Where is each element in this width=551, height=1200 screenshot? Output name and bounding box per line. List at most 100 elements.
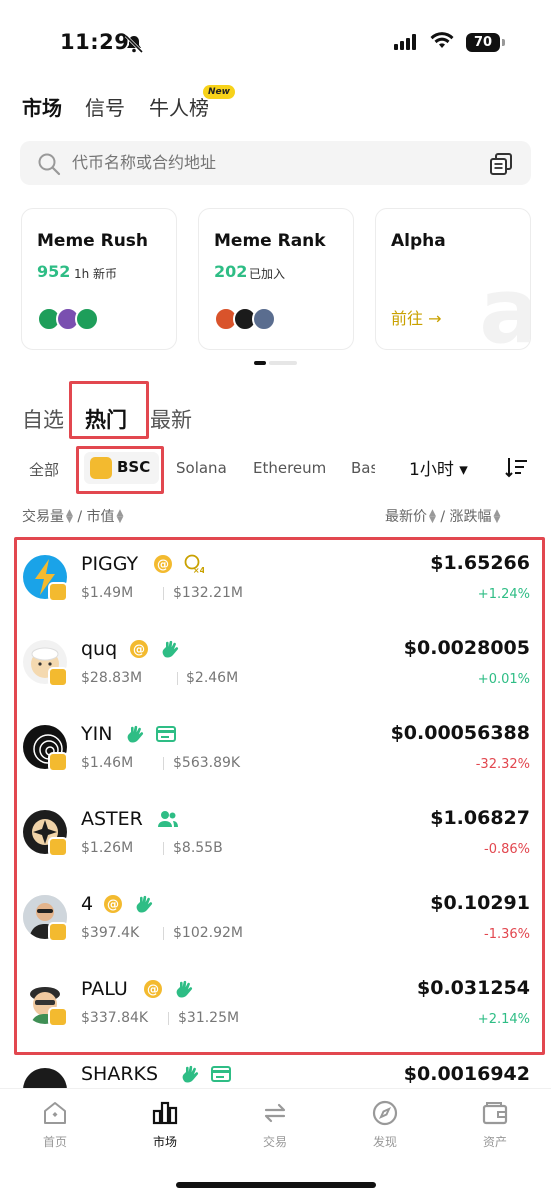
chain-all[interactable]: 全部 — [29, 459, 59, 480]
token-mcap: $2.46M — [186, 670, 239, 686]
highlight-box-bsc — [76, 446, 164, 494]
token-tags: @ — [129, 639, 186, 661]
search-input[interactable] — [72, 141, 472, 185]
hand-wave-icon — [176, 980, 193, 998]
goto-link[interactable]: 前往 → — [391, 305, 442, 329]
token-avatar — [252, 307, 276, 331]
bnb-chain-badge — [48, 667, 68, 687]
chain-ethereum[interactable]: Ethereum — [253, 459, 326, 477]
token-price: $0.0028005 — [403, 637, 530, 659]
tab-watchlist[interactable]: 自选 — [22, 404, 64, 434]
col-price-change[interactable]: 最新价 ▲ ▼ / 涨跌幅 ▲ ▼ — [385, 506, 500, 526]
copy-paste-icon[interactable] — [489, 152, 513, 176]
token-name: 4 — [81, 893, 94, 915]
token-row[interactable]: quq @ $28.83M $2.46M $0.0028005 +0.01% — [17, 625, 542, 710]
svg-text:@: @ — [133, 643, 145, 657]
hand-wave-icon — [162, 640, 179, 658]
bnb-chain-badge — [48, 752, 68, 772]
token-tags: @ — [103, 894, 160, 916]
card-subtitle: 已加入 — [249, 267, 286, 281]
nav-label: 资产 — [482, 1135, 507, 1149]
card-title: Alpha — [391, 231, 446, 251]
users-icon — [158, 811, 178, 827]
token-row[interactable]: PALU @ $337.84K $31.25M $0.031254 +2.14% — [17, 965, 542, 1050]
at-icon: @ — [130, 640, 148, 658]
token-row[interactable]: 4 @ $397.4K $102.92M $0.10291 -1.36% — [17, 880, 542, 965]
battery-indicator: 70 — [466, 33, 506, 52]
nav-label: 发现 — [372, 1135, 397, 1149]
token-tags: @ ×4 — [153, 554, 210, 576]
token-row[interactable]: PIGGY @ ×4 $1.49M $132.21M $1.65266 +1.2… — [17, 540, 542, 625]
token-mcap: $102.92M — [173, 925, 243, 941]
col-mcap-label: / 市值 — [77, 509, 115, 525]
col-volume-mcap[interactable]: 交易量 ▲ ▼ / 市值 ▲ ▼ — [22, 506, 123, 526]
token-name: SHARKS — [81, 1063, 159, 1085]
token-name: quq — [81, 638, 118, 660]
at-icon: @ — [104, 895, 122, 913]
token-mcap: $563.89K — [173, 755, 241, 771]
search-icon — [38, 153, 61, 176]
col-change-label: / 涨跌幅 — [440, 509, 492, 525]
token-tags: @ — [143, 979, 200, 1001]
card-icon — [211, 1066, 232, 1082]
token-mcap: $8.55B — [173, 840, 223, 856]
token-name: YIN — [81, 723, 113, 745]
new-badge: New — [203, 85, 235, 99]
nav-home[interactable]: 首页 — [15, 1099, 95, 1150]
wifi-icon — [430, 32, 454, 48]
token-mcap: $132.21M — [173, 585, 243, 601]
token-price: $0.031254 — [417, 977, 530, 999]
time-filter-dropdown[interactable]: 1小时 ▾ — [409, 455, 468, 480]
tab-signals[interactable]: 信号 — [85, 92, 125, 121]
meme-rush-card[interactable]: Meme Rush 952 1h 新币 — [21, 208, 177, 350]
sort-icon[interactable] — [505, 455, 529, 479]
nav-trade[interactable]: 交易 — [235, 1099, 315, 1150]
token-volume: $397.4K — [81, 925, 140, 941]
tab-newest[interactable]: 最新 — [150, 404, 192, 434]
svg-text:@: @ — [107, 898, 119, 912]
token-volume: $1.46M — [81, 755, 134, 771]
nav-label: 交易 — [262, 1135, 287, 1149]
chain-base[interactable]: Bas — [351, 459, 375, 477]
home-icon — [44, 1102, 66, 1124]
nav-market[interactable]: 市场 — [125, 1099, 205, 1150]
bar-chart-icon — [152, 1101, 178, 1125]
search-bar[interactable] — [20, 141, 531, 185]
token-change: -1.36% — [484, 927, 530, 942]
compass-icon — [372, 1100, 398, 1126]
hand-wave-icon — [136, 895, 153, 913]
col-price-label: 最新价 — [385, 509, 427, 525]
card-count: 202 — [214, 262, 248, 281]
token-row[interactable]: ASTER $1.26M $8.55B $1.06827 -0.86% — [17, 795, 542, 880]
tab-market[interactable]: 市场 — [22, 92, 62, 121]
token-change: +0.01% — [477, 672, 530, 687]
meme-rank-card[interactable]: Meme Rank 202 已加入 — [198, 208, 354, 350]
status-time: 11:29 — [60, 30, 130, 54]
tab-leaderboard[interactable]: 牛人榜 — [149, 92, 209, 121]
swap-icon — [264, 1103, 286, 1123]
token-avatar — [23, 1068, 67, 1090]
alpha-card[interactable]: a Alpha 前往 → — [375, 208, 531, 350]
highlight-box-hot-tab — [69, 381, 149, 439]
token-change: -32.32% — [475, 757, 530, 772]
token-tags — [180, 1064, 237, 1084]
nav-label: 市场 — [152, 1135, 177, 1149]
token-price: $0.0016942 — [403, 1063, 530, 1085]
hand-wave-icon — [127, 725, 144, 743]
svg-text:@: @ — [147, 983, 159, 997]
wallet-icon — [482, 1102, 508, 1125]
token-change: -0.86% — [484, 842, 530, 857]
x4-multiplier-icon: ×4 — [184, 554, 204, 574]
home-indicator — [176, 1182, 376, 1188]
nav-assets[interactable]: 资产 — [455, 1099, 535, 1150]
token-change: +1.24% — [477, 587, 530, 602]
nav-discover[interactable]: 发现 — [345, 1099, 425, 1150]
bnb-chain-badge — [48, 1007, 68, 1027]
battery-level: 70 — [466, 33, 500, 52]
token-mcap: $31.25M — [178, 1010, 240, 1026]
token-row-partial[interactable]: SHARKS $0.0016942 — [14, 1060, 545, 1090]
bnb-chain-badge — [48, 582, 68, 602]
token-row[interactable]: YIN $1.46M $563.89K $0.00056388 -32.32% — [17, 710, 542, 795]
chain-solana[interactable]: Solana — [176, 459, 227, 477]
bnb-chain-badge — [48, 837, 68, 857]
